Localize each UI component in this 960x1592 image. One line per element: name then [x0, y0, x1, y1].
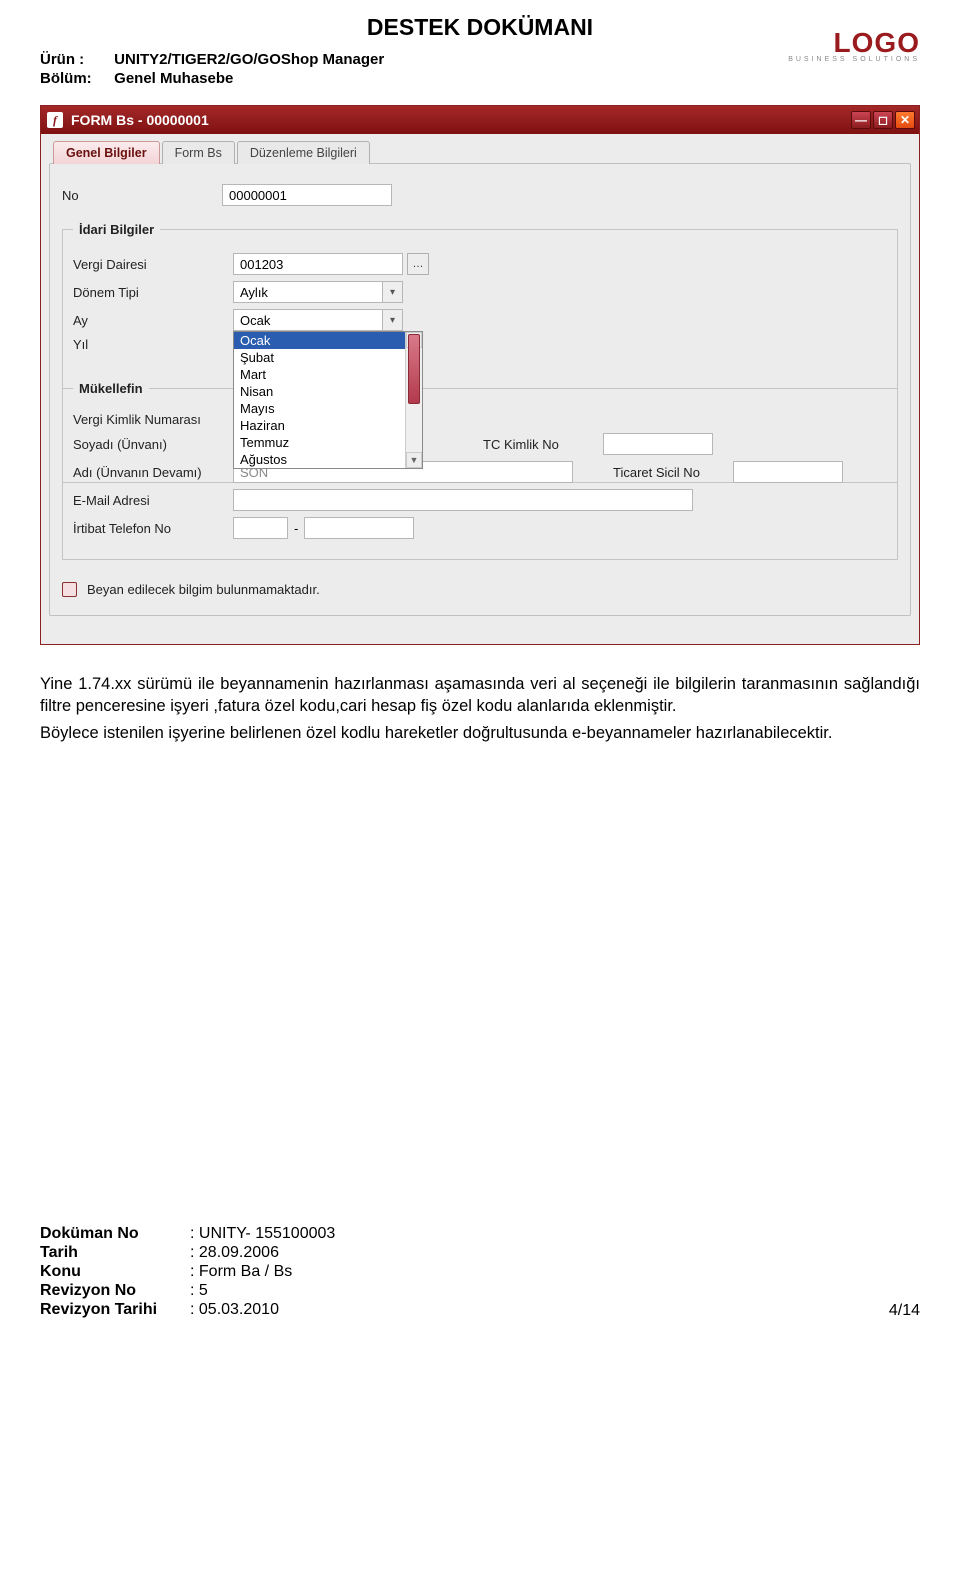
- footer-metadata: Doküman No: UNITY- 155100003 Tarih: 28.0…: [40, 1224, 335, 1320]
- vergi-dairesi-label: Vergi Dairesi: [73, 257, 233, 272]
- donem-tipi-label: Dönem Tipi: [73, 285, 233, 300]
- yil-label: Yıl: [73, 337, 233, 352]
- footer: Doküman No: UNITY- 155100003 Tarih: 28.0…: [40, 1224, 920, 1320]
- ay-input[interactable]: [233, 309, 403, 331]
- minimize-button[interactable]: —: [851, 111, 871, 129]
- section-label: Bölüm:: [40, 70, 110, 87]
- tc-kimlik-input[interactable]: [603, 433, 713, 455]
- product-value: UNITY2/TIGER2/GO/GOShop Manager: [114, 51, 384, 68]
- month-option[interactable]: Nisan: [234, 383, 422, 400]
- lookup-button[interactable]: …: [407, 253, 429, 275]
- tab-general-info[interactable]: Genel Bilgiler: [53, 141, 160, 164]
- tc-kimlik-label: TC Kimlik No: [483, 437, 603, 452]
- adi-label: Adı (Ünvanın Devamı): [73, 465, 233, 480]
- revtar-label: Revizyon Tarihi: [40, 1301, 190, 1319]
- month-option[interactable]: Ocak: [234, 332, 422, 349]
- legend-idari: İdari Bilgiler: [73, 222, 160, 237]
- tarih-label: Tarih: [40, 1244, 190, 1262]
- month-option[interactable]: Şubat: [234, 349, 422, 366]
- konu-value: : Form Ba / Bs: [190, 1263, 292, 1280]
- close-button[interactable]: ✕: [895, 111, 915, 129]
- dokuman-no-value: : UNITY- 155100003: [190, 1225, 335, 1242]
- ay-label: Ay: [73, 313, 233, 328]
- group-mukellef: Mükellefin Vergi Kimlik Numarası Soyadı …: [62, 381, 898, 560]
- tab-form-bs[interactable]: Form Bs: [162, 141, 235, 164]
- declaration-checkbox[interactable]: [62, 582, 77, 597]
- soyadi-label: Soyadı (Ünvanı): [73, 437, 233, 452]
- vergi-kimlik-label: Vergi Kimlik Numarası: [73, 412, 233, 427]
- phone-area-input[interactable]: [233, 517, 288, 539]
- panel: No İdari Bilgiler Vergi Dairesi … Dönem …: [49, 163, 911, 616]
- row-no: No: [62, 184, 898, 206]
- legend-mukellef: Mükellefin: [73, 381, 149, 396]
- ay-combo[interactable]: ▾ Ocak Şubat Mart Nisan Mayıs Haziran Te…: [233, 309, 403, 331]
- body-paragraph-2: Böylece istenilen işyerine belirlenen öz…: [40, 722, 920, 744]
- maximize-button[interactable]: ◻: [873, 111, 893, 129]
- brand-logo: LOGO BUSINESS SOLUTIONS: [788, 30, 920, 63]
- phone-number-input[interactable]: [304, 517, 414, 539]
- tab-edit-info[interactable]: Düzenleme Bilgileri: [237, 141, 370, 164]
- donem-tipi-input[interactable]: [233, 281, 403, 303]
- section-value: Genel Muhasebe: [114, 70, 233, 87]
- irtibat-label: İrtibat Telefon No: [73, 521, 233, 536]
- revno-value: : 5: [190, 1282, 208, 1299]
- ticaret-sicil-input[interactable]: [733, 461, 843, 483]
- titlebar: f FORM Bs - 00000001 — ◻ ✕: [41, 106, 919, 134]
- month-dropdown[interactable]: Ocak Şubat Mart Nisan Mayıs Haziran Temm…: [233, 331, 423, 469]
- revtar-value: : 05.03.2010: [190, 1301, 279, 1318]
- app-icon: f: [47, 112, 63, 128]
- konu-label: Konu: [40, 1263, 190, 1281]
- declaration-text: Beyan edilecek bilgim bulunmamaktadır.: [87, 582, 320, 597]
- scroll-down-icon[interactable]: ▼: [406, 452, 422, 468]
- dokuman-no-label: Doküman No: [40, 1225, 190, 1243]
- scroll-thumb[interactable]: [408, 334, 420, 404]
- body-paragraph-1: Yine 1.74.xx sürümü ile beyannamenin haz…: [40, 673, 920, 718]
- window-title: FORM Bs - 00000001: [71, 112, 851, 128]
- page-number: 4/14: [889, 1302, 920, 1320]
- month-option[interactable]: Haziran: [234, 417, 422, 434]
- phone-separator: -: [294, 521, 298, 536]
- product-label: Ürün :: [40, 51, 110, 68]
- tab-strip: Genel Bilgiler Form Bs Düzenleme Bilgile…: [53, 140, 911, 163]
- month-option[interactable]: Ağustos: [234, 451, 422, 468]
- logo-subtitle: BUSINESS SOLUTIONS: [788, 57, 920, 63]
- window-controls: — ◻ ✕: [851, 111, 915, 129]
- declaration-row: Beyan edilecek bilgim bulunmamaktadır.: [62, 582, 898, 597]
- app-window: f FORM Bs - 00000001 — ◻ ✕ Genel Bilgile…: [40, 105, 920, 645]
- logo-text: LOGO: [834, 27, 920, 58]
- page: DESTEK DOKÜMANI LOGO BUSINESS SOLUTIONS …: [0, 0, 960, 1340]
- donem-tipi-combo[interactable]: ▾: [233, 281, 403, 303]
- no-label: No: [62, 188, 222, 203]
- window-body: Genel Bilgiler Form Bs Düzenleme Bilgile…: [41, 134, 919, 644]
- dropdown-scrollbar[interactable]: ▲ ▼: [405, 332, 422, 468]
- month-option[interactable]: Temmuz: [234, 434, 422, 451]
- chevron-down-icon[interactable]: ▾: [382, 282, 402, 302]
- no-input[interactable]: [222, 184, 392, 206]
- email-input[interactable]: [233, 489, 693, 511]
- revno-label: Revizyon No: [40, 1282, 190, 1300]
- month-option[interactable]: Mart: [234, 366, 422, 383]
- ticaret-sicil-label: Ticaret Sicil No: [613, 465, 733, 480]
- chevron-down-icon[interactable]: ▾: [382, 310, 402, 330]
- vergi-dairesi-input[interactable]: [233, 253, 403, 275]
- month-option[interactable]: Mayıs: [234, 400, 422, 417]
- email-label: E-Mail Adresi: [73, 493, 233, 508]
- tarih-value: : 28.09.2006: [190, 1244, 279, 1261]
